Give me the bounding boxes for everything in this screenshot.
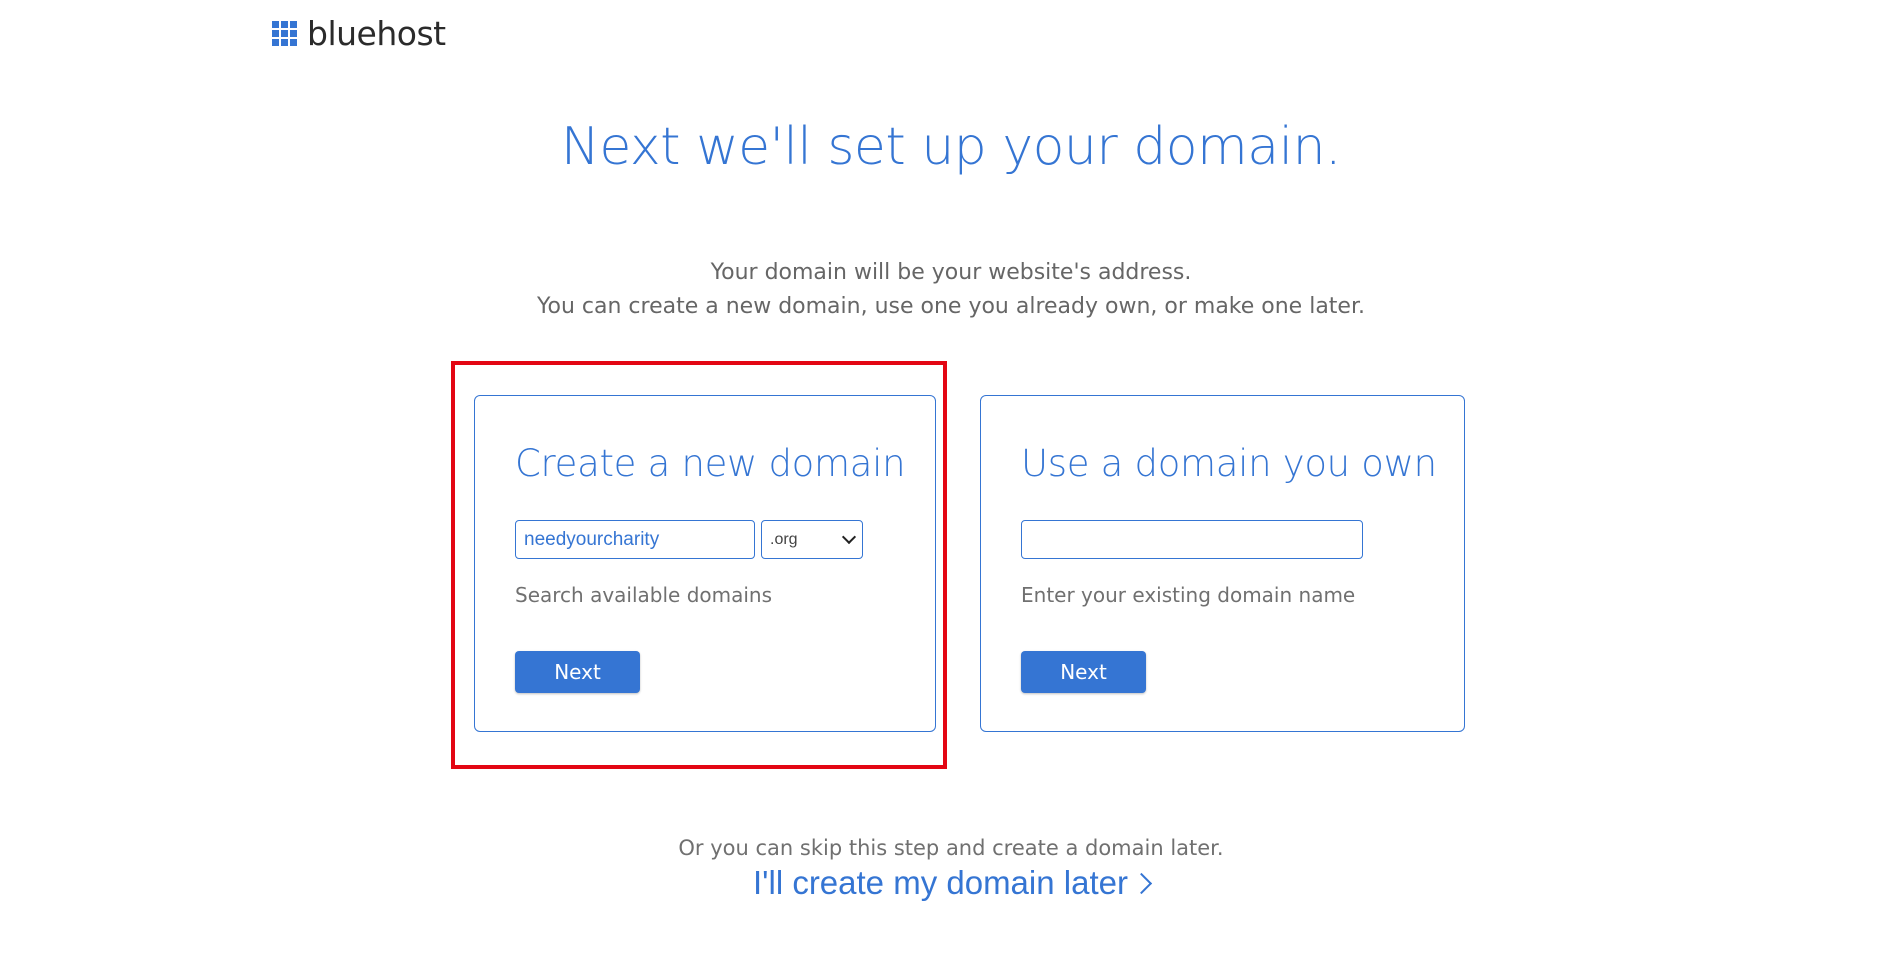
create-new-domain-title: Create a new domain xyxy=(515,442,906,485)
tld-selected-value: .org xyxy=(770,530,798,548)
page-title: Next we'll set up your domain. xyxy=(560,117,1342,177)
own-domain-helper: Enter your existing domain name xyxy=(1021,583,1356,607)
create-domain-later-label: I'll create my domain later xyxy=(753,864,1128,901)
page-intro: Your domain will be your website's addre… xyxy=(0,256,1902,324)
create-new-domain-card: Create a new domain .org Search availabl… xyxy=(474,395,936,732)
use-own-domain-card: Use a domain you own Enter your existing… xyxy=(980,395,1465,732)
domain-setup-page: bluehost Next we'll set up your domain. … xyxy=(0,0,1902,959)
use-own-domain-title: Use a domain you own xyxy=(1021,442,1437,485)
intro-line-1: Your domain will be your website's addre… xyxy=(710,260,1192,285)
bluehost-logo[interactable]: bluehost xyxy=(272,17,446,50)
intro-line-2: You can create a new domain, use one you… xyxy=(537,294,1365,319)
chevron-right-icon xyxy=(1130,872,1153,895)
chevron-down-icon xyxy=(841,529,857,545)
tld-select[interactable]: .org xyxy=(761,520,863,559)
new-domain-helper: Search available domains xyxy=(515,583,773,607)
own-domain-next-button[interactable]: Next xyxy=(1021,651,1146,693)
new-domain-input[interactable] xyxy=(515,520,755,559)
create-domain-later-link[interactable]: I'll create my domain later xyxy=(753,864,1153,901)
create-domain-later-link-wrap: I'll create my domain later xyxy=(0,864,1902,902)
logo-wordmark: bluehost xyxy=(307,14,446,53)
new-domain-next-button[interactable]: Next xyxy=(515,651,640,693)
logo-grid-icon xyxy=(272,21,297,46)
own-domain-input[interactable] xyxy=(1021,520,1363,559)
skip-step-text: Or you can skip this step and create a d… xyxy=(678,836,1224,860)
